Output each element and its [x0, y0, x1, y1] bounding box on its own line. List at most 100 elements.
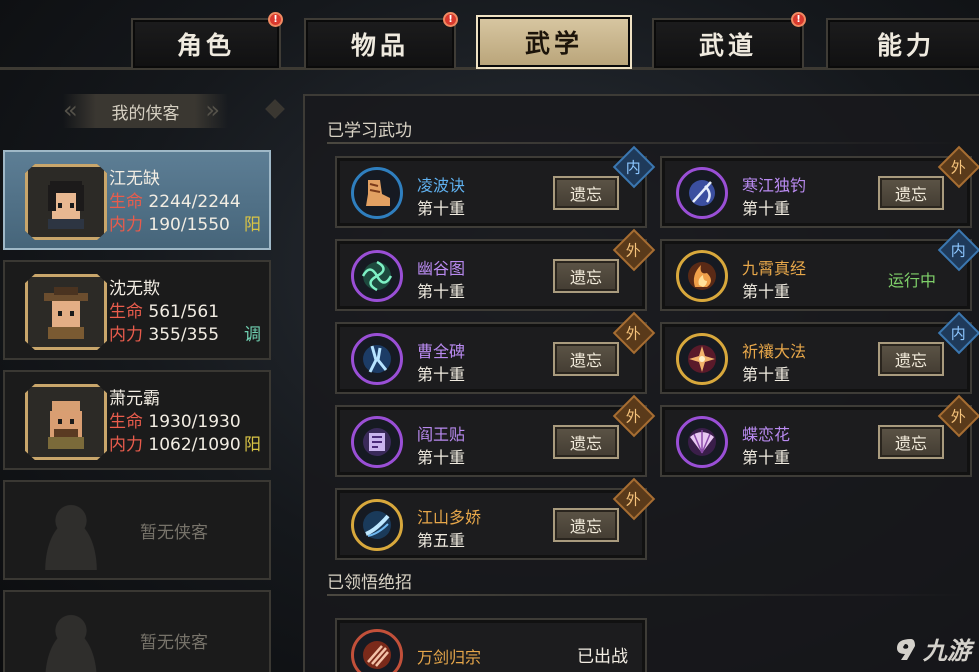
skill-card[interactable]: 祈禳大法 第十重 遗忘 内 [660, 311, 979, 394]
watermark-text: 九游 [923, 637, 971, 665]
external-badge: 外 [612, 394, 656, 438]
hero-name: 江无缺 [109, 169, 160, 189]
hero-name: 萧元霸 [109, 389, 160, 409]
tab-label: 角色 [176, 31, 235, 60]
skill-card[interactable]: 阎王贴 第十重 遗忘 外 [335, 394, 656, 477]
skill-level: 第十重 [417, 282, 466, 301]
avatar [25, 274, 107, 350]
top-tab-bar: 角色 ! 物品 ! 武学 武道 ! 能力 [0, 0, 979, 70]
skill-card[interactable]: 蝶恋花 第十重 遗忘 外 [660, 394, 979, 477]
skill-card[interactable]: 曹全碑 第十重 遗忘 外 [335, 311, 656, 394]
skill-level: 第十重 [417, 365, 466, 384]
ultimate-card[interactable]: 万剑归宗 已出战 [335, 618, 647, 672]
skill-card[interactable]: 江山多娇 第五重 遗忘 外 [335, 477, 656, 560]
ultimate-name: 万剑归宗 [417, 648, 482, 667]
hero-slot-empty[interactable]: 暂无侠客 [3, 480, 271, 580]
hero-face-icon [44, 287, 88, 339]
skill-name: 寒江独钓 [742, 176, 807, 195]
hero-hp: 生命 2244/2244 [109, 192, 241, 212]
diamond-ornament-icon [265, 99, 285, 119]
hero-face-icon [48, 401, 84, 449]
hero-card-3[interactable]: 萧元霸 生命 1930/1930 内力 1062/1090 阳 [3, 370, 271, 470]
tab-martial-way[interactable]: 武道 ! [652, 12, 806, 68]
hero-name: 沈无欺 [109, 279, 160, 299]
forget-button[interactable]: 遗忘 [553, 425, 619, 459]
avatar [25, 164, 107, 240]
hero-hp: 生命 1930/1930 [109, 412, 241, 432]
hero-hp: 生命 561/561 [109, 302, 220, 322]
skill-name: 曹全碑 [417, 342, 466, 361]
divider [327, 594, 967, 596]
ultimate-section-title: 已领悟绝招 [327, 573, 412, 593]
boot-icon [351, 167, 403, 219]
fishing-icon [676, 167, 728, 219]
chevron-left-icon: « [63, 96, 78, 124]
hero-mp: 内力 190/1550 [109, 215, 230, 235]
forget-button[interactable]: 遗忘 [878, 425, 944, 459]
skill-name: 祈禳大法 [742, 342, 807, 361]
skill-level: 第十重 [417, 199, 466, 218]
tab-martial-arts[interactable]: 武学 [476, 15, 632, 69]
skill-level: 第十重 [742, 199, 791, 218]
skill-card[interactable]: 寒江独钓 第十重 遗忘 外 [660, 145, 979, 228]
tab-label: 物品 [350, 31, 409, 60]
alert-dot-icon: ! [443, 12, 458, 27]
forget-button[interactable]: 遗忘 [878, 176, 944, 210]
empty-slot-label: 暂无侠客 [140, 633, 208, 653]
hero-mp: 内力 1062/1090 [109, 435, 241, 455]
skill-level: 第十重 [417, 448, 466, 467]
martial-arts-panel: 已学习武功 凌波诀 第十重 遗忘 内 寒江独钓 第十重 遗忘 外 幽谷图 第十重… [303, 94, 979, 672]
sword-slash-icon [351, 499, 403, 551]
nine-game-logo-icon [897, 638, 915, 660]
empty-slot-label: 暂无侠客 [140, 523, 208, 543]
sidebar-header: « 我的侠客 » [3, 94, 288, 128]
internal-badge: 内 [937, 228, 979, 272]
hero-slot-empty[interactable]: 暂无侠客 [3, 590, 271, 672]
forget-button[interactable]: 遗忘 [553, 259, 619, 293]
skill-card[interactable]: 九霄真经 第十重 运行中 内 [660, 228, 979, 311]
skill-name: 凌波诀 [417, 176, 466, 195]
alert-dot-icon: ! [791, 12, 806, 27]
skill-card[interactable]: 凌波诀 第十重 遗忘 内 [335, 145, 656, 228]
hero-mp: 内力 355/355 [109, 325, 220, 345]
forget-button[interactable]: 遗忘 [553, 342, 619, 376]
skill-name: 幽谷图 [417, 259, 466, 278]
hero-card-1[interactable]: 江无缺 生命 2244/2244 内力 190/1550 阳 [3, 150, 271, 250]
seal-icon [351, 416, 403, 468]
external-badge: 外 [612, 477, 656, 521]
hero-card-2[interactable]: 沈无欺 生命 561/561 内力 355/355 调 [3, 260, 271, 360]
skill-level: 第五重 [417, 531, 466, 550]
shard-icon [351, 333, 403, 385]
avatar [25, 384, 107, 460]
divider [327, 142, 967, 144]
external-badge: 外 [612, 228, 656, 272]
hero-affinity-tag: 阳 [244, 215, 261, 235]
alert-dot-icon: ! [268, 12, 283, 27]
internal-badge: 内 [612, 145, 656, 189]
forget-button[interactable]: 遗忘 [553, 508, 619, 542]
hero-affinity-tag: 调 [244, 325, 261, 345]
tab-label: 武学 [524, 29, 583, 58]
tab-character[interactable]: 角色 ! [131, 12, 283, 68]
running-status: 运行中 [888, 271, 937, 290]
skill-name: 蝶恋花 [742, 425, 791, 444]
skill-card[interactable]: 幽谷图 第十重 遗忘 外 [335, 228, 656, 311]
forget-button[interactable]: 遗忘 [553, 176, 619, 210]
forget-button[interactable]: 遗忘 [878, 342, 944, 376]
empty-avatar-icon [31, 604, 111, 672]
deployed-status: 已出战 [577, 647, 628, 667]
flame-icon [676, 250, 728, 302]
learned-section-title: 已学习武功 [327, 121, 412, 141]
fan-icon [676, 416, 728, 468]
empty-avatar-icon [31, 494, 111, 570]
external-badge: 外 [612, 311, 656, 355]
skill-name: 江山多娇 [417, 508, 482, 527]
swords-icon [351, 629, 403, 672]
tab-abilities[interactable]: 能力 [826, 18, 979, 68]
star-icon [676, 333, 728, 385]
tab-items[interactable]: 物品 ! [304, 12, 458, 68]
skill-level: 第十重 [742, 448, 791, 467]
vortex-icon [351, 250, 403, 302]
watermark-logo: 九游 [893, 631, 971, 666]
skill-name: 九霄真经 [742, 259, 807, 278]
